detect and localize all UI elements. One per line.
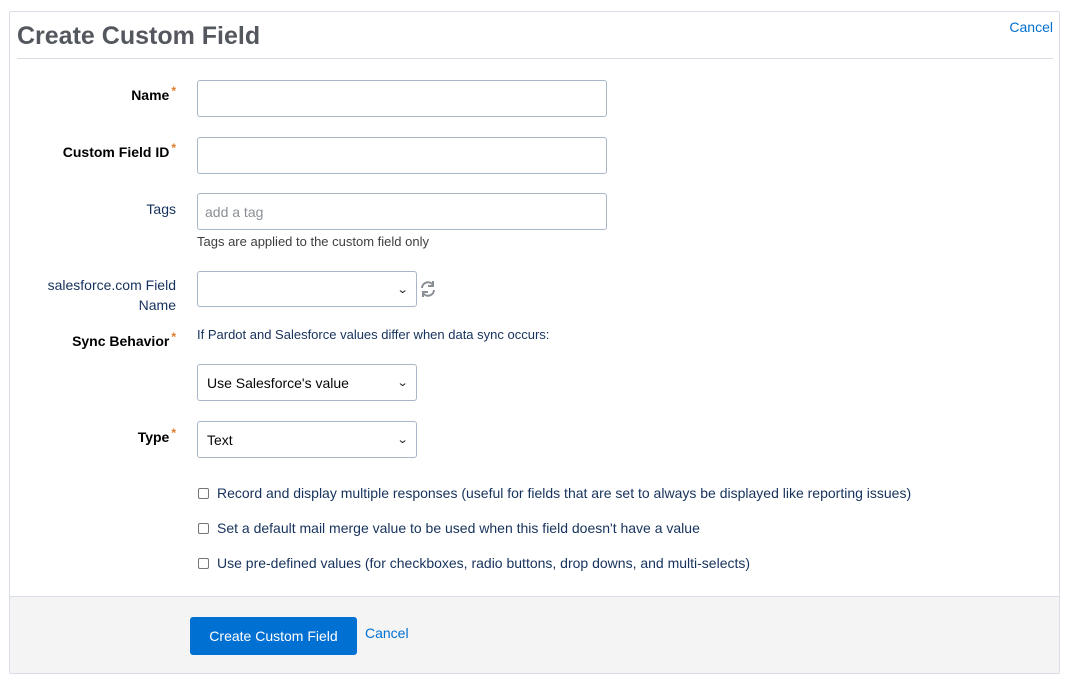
multiple-responses-checkbox[interactable] [198,487,209,499]
sync-behavior-label: Sync Behavior * [0,330,176,352]
default-mail-merge-label: Set a default mail merge value to be use… [217,520,700,536]
type-value: Text [207,431,233,448]
sync-behavior-value: Use Salesforce's value [207,374,349,391]
tags-label: Tags [146,201,176,217]
sync-behavior-select[interactable]: Use Salesforce's value ⌄ [197,364,417,401]
custom-field-id-label-text: Custom Field ID [62,144,170,160]
footer-cancel-link[interactable]: Cancel [365,625,409,641]
tags-input[interactable] [197,193,607,230]
predefined-values-checkbox[interactable] [198,557,209,569]
name-label-text: Name [131,87,170,103]
required-mark: * [171,141,176,155]
tags-helper-text: Tags are applied to the custom field onl… [197,234,429,249]
type-select[interactable]: Text ⌄ [197,421,417,458]
default-mail-merge-checkbox[interactable] [198,522,209,534]
header-cancel-link[interactable]: Cancel [1009,19,1053,35]
multiple-responses-option[interactable]: Record and display multiple responses (u… [198,485,911,501]
salesforce-field-label-line2: Name [138,297,176,313]
required-mark: * [171,84,176,98]
chevron-down-icon: ⌄ [396,434,409,446]
sync-behavior-label-text: Sync Behavior [72,333,170,349]
name-input[interactable] [197,80,607,117]
salesforce-field-label: salesforce.com Field Name [0,275,176,315]
title-divider [17,58,1053,59]
required-mark: * [171,426,176,440]
multiple-responses-label: Record and display multiple responses (u… [217,485,912,501]
predefined-values-option[interactable]: Use pre-defined values (for checkboxes, … [198,555,750,571]
type-label-text: Type [137,429,170,445]
chevron-down-icon: ⌄ [396,283,409,296]
refresh-icon[interactable] [419,280,437,298]
sync-behavior-description: If Pardot and Salesforce values differ w… [197,327,550,342]
type-label: Type * [0,426,176,448]
create-custom-field-panel: Create Custom Field Cancel Name * Custom … [9,11,1060,674]
custom-field-id-input[interactable] [197,137,607,174]
create-custom-field-button[interactable]: Create Custom Field [190,617,357,655]
default-mail-merge-option[interactable]: Set a default mail merge value to be use… [198,520,700,536]
required-mark: * [171,330,176,344]
name-label: Name * [0,84,176,106]
custom-field-id-label: Custom Field ID * [0,141,176,163]
salesforce-field-select[interactable]: ⌄ [197,271,417,307]
salesforce-field-label-line1: salesforce.com Field [47,277,176,293]
page-title: Create Custom Field [17,22,261,50]
chevron-down-icon: ⌄ [396,377,409,389]
predefined-values-label: Use pre-defined values (for checkboxes, … [217,555,751,571]
form-footer: Create Custom Field Cancel [10,596,1059,673]
